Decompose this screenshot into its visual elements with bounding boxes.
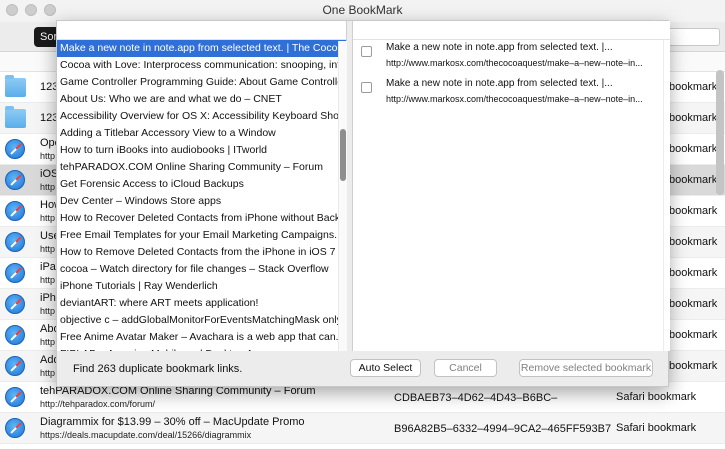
safari-icon (5, 263, 25, 283)
duplicate-group-item[interactable]: cocoa – Watch directory for file changes… (57, 261, 346, 278)
bookmark-title: iPh (40, 292, 56, 304)
bookmark-type: bookmark (669, 298, 718, 310)
entry-checkbox[interactable] (361, 82, 372, 93)
safari-icon (5, 139, 25, 159)
entry-checkbox[interactable] (361, 46, 372, 57)
bookmark-type: bookmark (669, 112, 718, 124)
zoom-window-button[interactable] (44, 4, 56, 16)
bookmark-list-scrollbar[interactable] (716, 70, 724, 195)
duplicate-entries-list: Make a new note in note.app from selecte… (353, 21, 670, 351)
safari-icon (5, 232, 25, 252)
bookmark-title: Diagrammix for $13.99 – 30% off – MacUpd… (40, 416, 305, 428)
bookmark-type: bookmark (669, 174, 718, 186)
bookmark-url: http (40, 213, 56, 223)
duplicate-group-item[interactable]: Accessibility Overview for OS X: Accessi… (57, 108, 346, 125)
folder-icon (5, 75, 26, 97)
duplicate-groups-list: Make a new note in note.app from selecte… (57, 21, 347, 351)
bookmark-url: http (40, 244, 56, 254)
window-controls (6, 4, 56, 16)
duplicate-group-item[interactable]: Cocoa with Love: Interprocess communicat… (57, 57, 346, 74)
auto-select-button[interactable]: Auto Select (350, 359, 421, 377)
entry-url: http://www.markosx.com/thecocoaquest/mak… (386, 94, 643, 104)
bookmark-url: http://tehparadox.com/forum/ (40, 399, 156, 409)
bookmark-type: bookmark (669, 329, 718, 341)
bookmark-type: bookmark (669, 236, 718, 248)
window-titlebar: One BookMark (0, 0, 725, 22)
duplicate-entries-scroll-track (663, 40, 664, 351)
duplicate-group-item[interactable]: deviantART: where ART meets application! (57, 295, 346, 312)
safari-icon (5, 170, 25, 190)
bookmark-url: http (40, 368, 56, 378)
duplicate-group-item[interactable]: Free Email Templates for your Email Mark… (57, 227, 346, 244)
bookmark-type: bookmark (669, 143, 718, 155)
duplicate-bookmarks-dialog: Make a new note in note.app from selecte… (56, 20, 670, 387)
safari-icon (5, 356, 25, 376)
bookmark-url: http (40, 275, 56, 285)
duplicate-group-item[interactable]: About Us: Who we are and what we do – CN… (57, 91, 346, 108)
duplicate-groups-scroll-thumb[interactable] (340, 129, 346, 181)
minimize-window-button[interactable] (25, 4, 37, 16)
entry-url: http://www.markosx.com/thecocoaquest/mak… (386, 58, 643, 68)
bookmark-url: https://deals.macupdate.com/deal/15266/d… (40, 430, 252, 440)
bookmark-type: bookmark (669, 205, 718, 217)
duplicate-entry-row[interactable]: Make a new note in note.app from selecte… (353, 76, 670, 112)
cancel-button[interactable]: Cancel (434, 359, 497, 377)
duplicate-group-item[interactable]: FIPLAB – Amazing Mobile and Desktop Apps (57, 346, 346, 351)
duplicate-group-item[interactable]: Get Forensic Access to iCloud Backups (57, 176, 346, 193)
remove-selected-bookmark-button[interactable]: Remove selected bookmark (519, 359, 653, 377)
duplicate-group-item[interactable]: Make a new note in note.app from selecte… (57, 40, 346, 57)
bookmark-url: http (40, 306, 56, 316)
bookmark-type: bookmark (669, 81, 718, 93)
bookmark-id: B96A82B5–6332–4994–9CA2–465FF593B7 (394, 423, 612, 435)
duplicate-entry-row[interactable]: Make a new note in note.app from selecte… (353, 40, 670, 76)
duplicate-group-item[interactable]: iPhone Tutorials | Ray Wenderlich (57, 278, 346, 295)
duplicate-group-item[interactable]: How to turn iBooks into audiobooks | ITw… (57, 142, 346, 159)
duplicate-summary: Find 263 duplicate bookmark links. (73, 363, 243, 375)
entry-title: Make a new note in note.app from selecte… (386, 78, 613, 89)
duplicate-group-item[interactable]: How to Recover Deleted Contacts from iPh… (57, 210, 346, 227)
bookmark-row[interactable]: Diagrammix for $13.99 – 30% off – MacUpd… (0, 413, 725, 444)
bookmark-id: CDBAEB73–4D62–4D43–B6BC– (394, 392, 558, 404)
bookmark-type: Safari bookmark (616, 422, 697, 434)
close-window-button[interactable] (6, 4, 18, 16)
safari-icon (5, 294, 25, 314)
duplicate-group-item[interactable]: How to Remove Deleted Contacts from the … (57, 244, 346, 261)
folder-icon (5, 106, 26, 128)
bookmark-url: http (40, 151, 56, 161)
entry-title: Make a new note in note.app from selecte… (386, 42, 613, 53)
duplicate-group-item[interactable]: Free Anime Avatar Maker – Avachara is a … (57, 329, 346, 346)
window-title: One BookMark (322, 3, 403, 17)
safari-icon (5, 325, 25, 345)
duplicate-group-item[interactable]: tehPARADOX.COM Online Sharing Community … (57, 159, 346, 176)
bookmark-url: http (40, 182, 56, 192)
duplicate-entries-header (353, 21, 670, 40)
duplicate-group-item[interactable]: Adding a Titlebar Accessory View to a Wi… (57, 125, 346, 142)
safari-icon (5, 387, 25, 407)
duplicate-group-item[interactable]: objective c – addGlobalMonitorForEventsM… (57, 312, 346, 329)
bookmark-type: bookmark (669, 360, 718, 372)
safari-icon (5, 418, 25, 438)
bookmark-url: http (40, 337, 56, 347)
duplicate-groups-header (57, 21, 346, 40)
duplicate-groups-scroll-track[interactable] (338, 41, 347, 351)
bookmark-title: iPa (40, 261, 56, 273)
safari-icon (5, 201, 25, 221)
bookmark-type: Safari bookmark (616, 391, 697, 403)
duplicate-group-item[interactable]: Game Controller Programming Guide: About… (57, 74, 346, 91)
bookmark-type: bookmark (669, 267, 718, 279)
duplicate-group-item[interactable]: Dev Center – Windows Store apps (57, 193, 346, 210)
